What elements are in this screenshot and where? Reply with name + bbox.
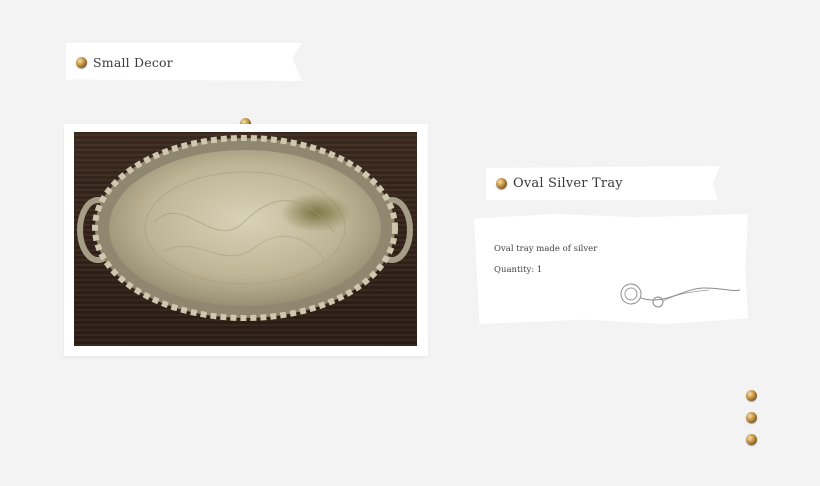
flower-sketch-icon xyxy=(620,283,741,308)
brass-pin-icon xyxy=(496,177,507,189)
product-description-card: Oval tray made of silver Quantity: 1 xyxy=(474,214,748,324)
product-title-strip: Oval Silver Tray xyxy=(486,166,720,200)
product-description: Oval tray made of silver xyxy=(494,244,598,254)
category-label-strip: Small Decor xyxy=(66,43,302,81)
product-title: Oval Silver Tray xyxy=(513,175,623,191)
product-photo-frame xyxy=(64,124,428,356)
product-quantity: Quantity: 1 xyxy=(494,265,543,275)
silver-tray-image xyxy=(77,135,413,321)
brass-pin-icon xyxy=(746,390,757,401)
category-label[interactable]: Small Decor xyxy=(93,55,173,70)
product-photo[interactable] xyxy=(74,132,417,346)
brass-pin-icon xyxy=(76,56,87,68)
brass-pin-icon xyxy=(746,434,757,445)
brass-pin-icon xyxy=(746,412,757,423)
